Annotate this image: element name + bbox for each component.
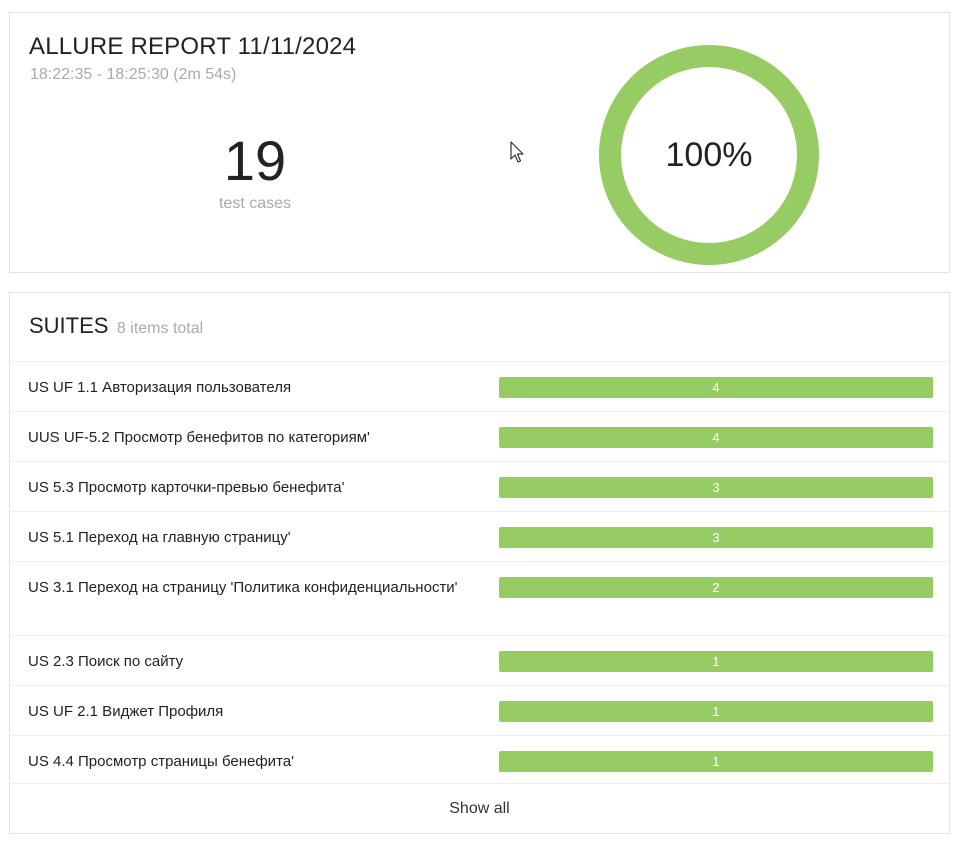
suite-name: US 3.1 Переход на страницу 'Политика кон… <box>28 579 458 596</box>
suite-count: 3 <box>712 530 720 545</box>
suite-count: 1 <box>712 654 720 669</box>
suites-header: SUITES 8 items total <box>29 313 203 339</box>
show-all-link[interactable]: Show all <box>10 783 949 833</box>
suite-row[interactable]: US 5.1 Переход на главную страницу' 3 <box>10 511 949 561</box>
suite-name: US 4.4 Просмотр страницы бенефита' <box>28 753 294 770</box>
suite-row[interactable]: UUS UF-5.2 Просмотр бенефитов по категор… <box>10 411 949 461</box>
suites-total-count: 8 items total <box>116 320 204 337</box>
pass-rate-label: 100% <box>665 136 753 174</box>
test-cases-count: 19 <box>223 129 287 192</box>
suite-name: US 5.1 Переход на главную страницу' <box>28 529 291 546</box>
suite-row[interactable]: US 2.3 Поиск по сайту 1 <box>10 635 949 685</box>
suites-title: SUITES <box>29 313 109 338</box>
suite-count: 1 <box>712 754 720 769</box>
suite-status-bar: 4 <box>499 377 933 398</box>
suite-status-bar: 4 <box>499 427 933 448</box>
suite-status-bar: 3 <box>499 477 933 498</box>
report-title: ALLURE REPORT 11/11/2024 <box>29 33 357 60</box>
mouse-pointer-icon <box>510 141 524 163</box>
suite-row[interactable]: US 5.3 Просмотр карточки-превью бенефита… <box>10 461 949 511</box>
suite-name: US 5.3 Просмотр карточки-превью бенефита… <box>28 479 345 496</box>
report-time-range: 18:22:35 - 18:25:30 (2m 54s) <box>30 66 237 83</box>
suite-status-bar: 3 <box>499 527 933 548</box>
suite-count: 2 <box>712 580 720 595</box>
suite-name: UUS UF-5.2 Просмотр бенефитов по категор… <box>28 429 370 446</box>
suite-status-bar: 2 <box>499 577 933 598</box>
suite-count: 1 <box>712 704 720 719</box>
summary-widget: ALLURE REPORT 11/11/2024 18:22:35 - 18:2… <box>9 12 950 273</box>
suite-status-bar: 1 <box>499 651 933 672</box>
suite-count: 4 <box>712 380 720 395</box>
test-cases-label: test cases <box>218 195 292 212</box>
suite-row[interactable]: US 4.4 Просмотр страницы бенефита' 1 <box>10 735 949 785</box>
suites-widget: SUITES 8 items total US UF 1.1 Авторизац… <box>9 292 950 834</box>
suite-name: US UF 1.1 Авторизация пользователя <box>28 379 292 396</box>
suite-count: 4 <box>712 430 720 445</box>
suite-row[interactable]: US UF 1.1 Авторизация пользователя 4 <box>10 361 949 411</box>
suite-status-bar: 1 <box>499 701 933 722</box>
suite-count: 3 <box>712 480 720 495</box>
suites-list: US UF 1.1 Авторизация пользователя 4 UUS… <box>10 361 949 785</box>
suite-name: US 2.3 Поиск по сайту <box>28 653 184 670</box>
suite-row[interactable]: US 3.1 Переход на страницу 'Политика кон… <box>10 561 949 635</box>
suite-status-bar: 1 <box>499 751 933 772</box>
suite-name: US UF 2.1 Виджет Профиля <box>28 703 224 720</box>
suite-row[interactable]: US UF 2.1 Виджет Профиля 1 <box>10 685 949 735</box>
